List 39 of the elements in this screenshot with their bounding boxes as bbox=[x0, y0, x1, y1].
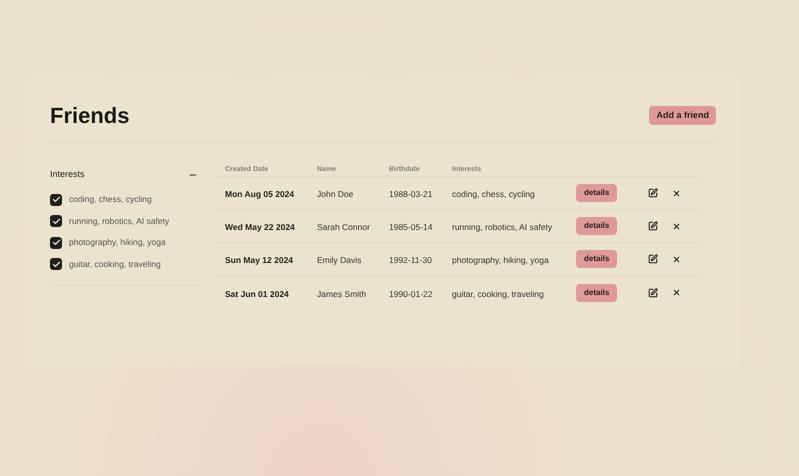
table-cell: coding, chess, cycling bbox=[452, 189, 535, 199]
checkbox[interactable] bbox=[50, 258, 62, 270]
table-cell: photography, hiking, yoga bbox=[452, 255, 549, 265]
table-cell: James Smith bbox=[317, 288, 366, 298]
filter-option-label: photography, hiking, yoga bbox=[69, 236, 166, 250]
table-cell: Sat Jun 01 2024 bbox=[225, 288, 289, 298]
filter-option-label: running, robotics, AI safety bbox=[69, 214, 170, 228]
checkbox[interactable] bbox=[50, 236, 62, 249]
close-icon[interactable] bbox=[672, 254, 682, 264]
details-button[interactable]: details bbox=[576, 250, 618, 268]
edit-icon[interactable] bbox=[648, 254, 658, 264]
checkbox[interactable] bbox=[50, 215, 62, 228]
details-button[interactable]: details bbox=[576, 184, 618, 202]
table-cell: running, robotics, AI safety bbox=[452, 222, 552, 232]
filter-option-label: coding, chess, cycling bbox=[69, 193, 152, 206]
close-icon[interactable] bbox=[672, 188, 682, 198]
table-cell: 1988-03-21 bbox=[389, 189, 432, 199]
table-cell: 1992-11-30 bbox=[389, 255, 432, 265]
add-friend-button[interactable]: Add a friend bbox=[649, 106, 716, 126]
close-icon[interactable] bbox=[672, 288, 682, 297]
table-cell: 1990-01-22 bbox=[389, 288, 432, 298]
table-cell: John Doe bbox=[317, 189, 354, 199]
table-cell: Sun May 12 2024 bbox=[225, 255, 294, 265]
page-title: Friends bbox=[50, 102, 130, 130]
table-cell: Sarah Connor bbox=[317, 222, 370, 232]
checkbox[interactable] bbox=[50, 194, 62, 206]
table-cell: guitar, cooking, traveling bbox=[452, 288, 544, 298]
table-cell: Wed May 22 2024 bbox=[225, 222, 295, 232]
table-cell: Emily Davis bbox=[317, 255, 362, 265]
edit-icon[interactable] bbox=[648, 221, 658, 231]
filter-option-label: guitar, cooking, traveling bbox=[69, 258, 161, 271]
table-cell: Mon Aug 05 2024 bbox=[225, 189, 294, 199]
filter-heading: Interests bbox=[50, 168, 85, 182]
details-button[interactable]: details bbox=[576, 284, 618, 302]
edit-icon[interactable] bbox=[648, 188, 658, 198]
table-cell: 1985-05-14 bbox=[389, 222, 432, 232]
edit-icon[interactable] bbox=[648, 288, 658, 298]
close-icon[interactable] bbox=[672, 222, 682, 230]
details-button[interactable]: details bbox=[576, 217, 618, 235]
